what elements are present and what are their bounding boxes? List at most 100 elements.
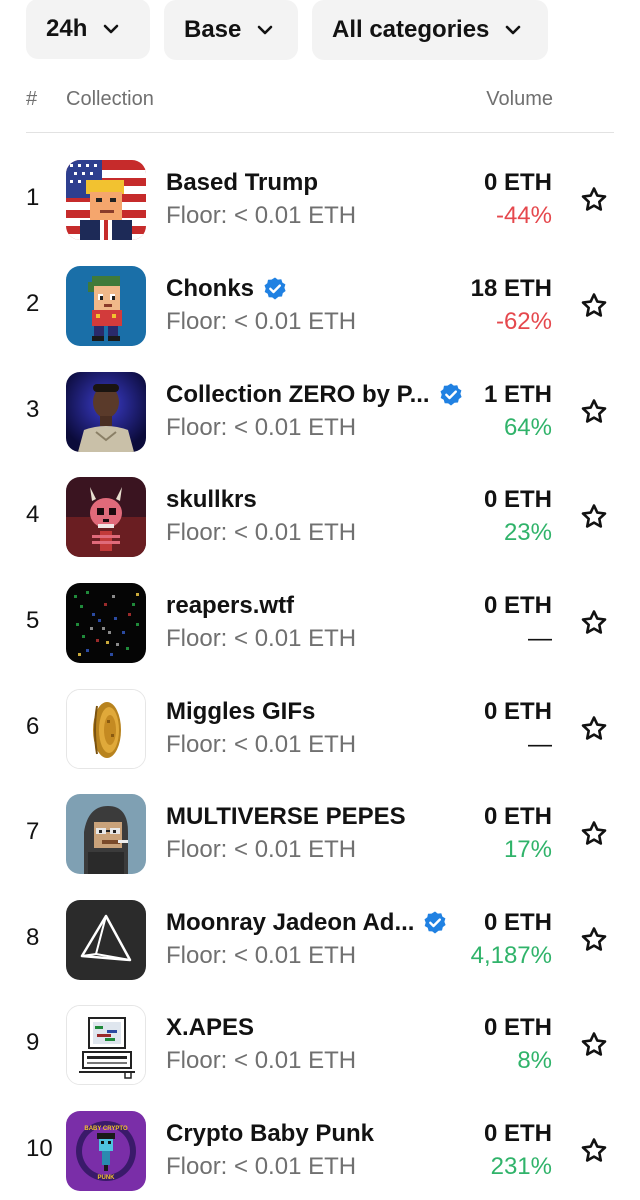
star-icon[interactable] bbox=[579, 1030, 609, 1060]
table-row[interactable]: 2 Chonks Floor: < 0.01 ETH 18 ETH -62% bbox=[0, 266, 640, 366]
volume-value: 18 ETH bbox=[470, 275, 552, 302]
star-icon[interactable] bbox=[579, 291, 609, 321]
collection-name-text: Moonray Jadeon Ad... bbox=[166, 909, 415, 936]
volume-value: 0 ETH bbox=[483, 592, 552, 619]
table-row[interactable]: 3 Collection ZERO by P... Floor: < 0.01 … bbox=[0, 372, 640, 472]
collection-thumbnail bbox=[66, 689, 146, 769]
row-rank: 4 bbox=[26, 501, 40, 528]
collection-name-text: reapers.wtf bbox=[166, 592, 295, 619]
table-header: # Collection Volume bbox=[26, 88, 614, 114]
collection-name[interactable]: X.APES bbox=[166, 1014, 254, 1042]
chain-dropdown[interactable]: Base bbox=[164, 0, 298, 60]
table-row[interactable]: 7 MULTIVERSE PEPES Floor: < 0.01 ETH 0 E… bbox=[0, 794, 640, 894]
volume-value: 0 ETH bbox=[483, 698, 552, 725]
collection-name[interactable]: Based Trump bbox=[166, 169, 318, 197]
volume-value: 0 ETH bbox=[483, 1014, 552, 1041]
verified-badge-icon bbox=[264, 277, 286, 300]
floor-price: Floor: < 0.01 ETH bbox=[166, 942, 357, 969]
collection-name[interactable]: Collection ZERO by P... bbox=[166, 381, 464, 409]
collection-name-text: Based Trump bbox=[166, 169, 319, 196]
row-rank: 10 bbox=[26, 1135, 53, 1162]
floor-price: Floor: < 0.01 ETH bbox=[166, 731, 357, 758]
volume-change: 231% bbox=[490, 1153, 552, 1180]
collection-name[interactable]: Crypto Baby Punk bbox=[166, 1120, 374, 1148]
volume-change: 64% bbox=[503, 414, 552, 441]
collection-name-text: MULTIVERSE PEPES bbox=[166, 803, 406, 830]
star-icon[interactable] bbox=[579, 819, 609, 849]
collection-name-text: Collection ZERO by P... bbox=[166, 381, 430, 408]
timeframe-dropdown[interactable]: 24h bbox=[26, 0, 150, 59]
collection-column-header[interactable]: Collection bbox=[66, 88, 154, 111]
row-rank: 3 bbox=[26, 396, 40, 423]
verified-badge-icon bbox=[424, 911, 447, 934]
row-rank: 1 bbox=[26, 184, 40, 211]
star-icon[interactable] bbox=[579, 502, 609, 532]
collection-thumbnail: BABY CRYPTO PUNK bbox=[66, 1111, 146, 1191]
collection-name[interactable]: Chonks bbox=[166, 275, 288, 303]
volume-change: -44% bbox=[495, 202, 552, 229]
star-icon[interactable] bbox=[579, 608, 609, 638]
floor-price: Floor: < 0.01 ETH bbox=[166, 202, 357, 229]
category-label: All categories bbox=[332, 16, 490, 43]
floor-price: Floor: < 0.01 ETH bbox=[166, 308, 357, 335]
volume-change: -62% bbox=[495, 308, 552, 335]
header-divider bbox=[26, 132, 614, 133]
floor-price: Floor: < 0.01 ETH bbox=[166, 625, 357, 652]
floor-price: Floor: < 0.01 ETH bbox=[166, 836, 357, 863]
table-row[interactable]: 1 Based Trump Floor: < 0.01 ETH 0 ETH -4… bbox=[0, 160, 640, 260]
volume-change: — bbox=[528, 731, 552, 758]
star-icon[interactable] bbox=[579, 1136, 609, 1166]
chain-label: Base bbox=[184, 16, 242, 43]
thumb-text-bottom: PUNK bbox=[97, 1175, 115, 1181]
star-icon[interactable] bbox=[579, 714, 609, 744]
table-row[interactable]: 4 skullkrs Floor: < 0.01 ETH 0 ETH 23% bbox=[0, 477, 640, 577]
star-icon[interactable] bbox=[579, 185, 609, 215]
star-icon[interactable] bbox=[579, 925, 609, 955]
collection-name-text: X.APES bbox=[166, 1014, 255, 1041]
collection-name[interactable]: Moonray Jadeon Ad... bbox=[166, 909, 448, 937]
row-rank: 2 bbox=[26, 290, 40, 317]
collection-thumbnail bbox=[66, 266, 146, 346]
table-row[interactable]: 8 Moonray Jadeon Ad... Floor: < 0.01 ETH… bbox=[0, 900, 640, 1000]
verified-badge-icon bbox=[440, 383, 462, 406]
table-row[interactable]: 6 Miggles GIFs Floor: < 0.01 ETH 0 ETH — bbox=[0, 689, 640, 789]
star-icon[interactable] bbox=[579, 397, 609, 427]
volume-value: 0 ETH bbox=[483, 909, 552, 936]
collection-thumbnail bbox=[66, 583, 146, 663]
collection-thumbnail bbox=[66, 1005, 146, 1085]
collection-name[interactable]: Miggles GIFs bbox=[166, 698, 315, 726]
volume-column-header[interactable]: Volume bbox=[486, 88, 553, 111]
collection-name-text: Crypto Baby Punk bbox=[166, 1120, 375, 1147]
collection-thumbnail bbox=[66, 372, 146, 452]
floor-price: Floor: < 0.01 ETH bbox=[166, 1047, 357, 1074]
category-dropdown[interactable]: All categories bbox=[312, 0, 548, 60]
collection-name[interactable]: MULTIVERSE PEPES bbox=[166, 803, 406, 831]
row-rank: 6 bbox=[26, 713, 40, 740]
volume-change: 4,187% bbox=[470, 942, 552, 969]
chevron-down-icon bbox=[104, 24, 119, 34]
volume-value: 0 ETH bbox=[483, 486, 552, 513]
table-row[interactable]: 10 BABY CRYPTO PUNK Crypto Baby Punk Flo… bbox=[0, 1111, 640, 1200]
collection-name[interactable]: reapers.wtf bbox=[166, 592, 294, 620]
row-rank: 9 bbox=[26, 1029, 40, 1056]
chevron-down-icon bbox=[258, 25, 273, 35]
collection-name-text: Miggles GIFs bbox=[166, 698, 316, 725]
row-rank: 5 bbox=[26, 607, 40, 634]
collection-name-text: Chonks bbox=[166, 275, 255, 302]
volume-value: 1 ETH bbox=[483, 381, 552, 408]
table-row[interactable]: 9 X.APES Floor: < 0.01 ETH 0 ETH 8% bbox=[0, 1005, 640, 1105]
row-rank: 7 bbox=[26, 818, 40, 845]
volume-value: 0 ETH bbox=[483, 169, 552, 196]
collection-thumbnail bbox=[66, 794, 146, 874]
collection-name[interactable]: skullkrs bbox=[166, 486, 257, 514]
floor-price: Floor: < 0.01 ETH bbox=[166, 1153, 357, 1180]
table-row[interactable]: 5 reapers.wtf Floor: < 0.01 ETH 0 ETH — bbox=[0, 583, 640, 683]
collection-thumbnail bbox=[66, 900, 146, 980]
row-rank: 8 bbox=[26, 924, 40, 951]
floor-price: Floor: < 0.01 ETH bbox=[166, 519, 357, 546]
volume-change: 23% bbox=[503, 519, 552, 546]
floor-price: Floor: < 0.01 ETH bbox=[166, 414, 357, 441]
timeframe-label: 24h bbox=[46, 15, 88, 42]
volume-value: 0 ETH bbox=[483, 1120, 552, 1147]
volume-value: 0 ETH bbox=[483, 803, 552, 830]
